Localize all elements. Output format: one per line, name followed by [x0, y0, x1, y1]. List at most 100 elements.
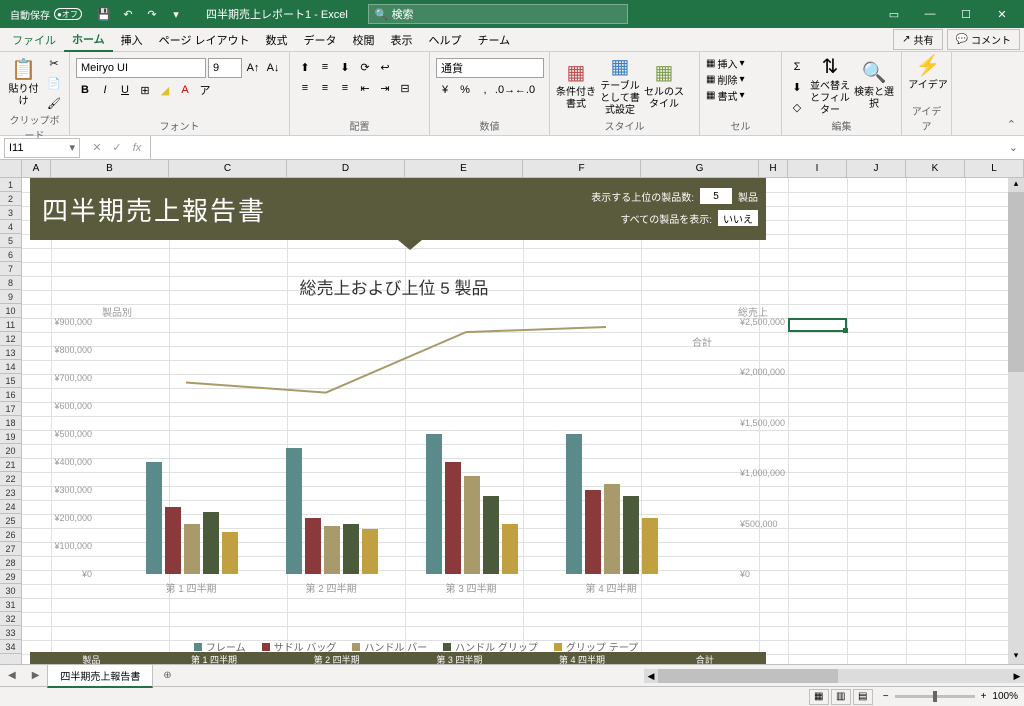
normal-view-icon[interactable]: ▦ [809, 689, 829, 705]
row-header-2[interactable]: 2 [0, 192, 21, 206]
undo-icon[interactable]: ↶ [118, 4, 138, 24]
italic-icon[interactable]: I [96, 81, 114, 99]
currency-icon[interactable]: ¥ [436, 81, 454, 99]
select-all-corner[interactable] [0, 160, 22, 177]
row-header-7[interactable]: 7 [0, 262, 21, 276]
row-header-4[interactable]: 4 [0, 220, 21, 234]
row-header-15[interactable]: 15 [0, 374, 21, 388]
tab-home[interactable]: ホーム [64, 28, 113, 52]
shrink-font-icon[interactable]: A↓ [264, 59, 282, 77]
row-header-6[interactable]: 6 [0, 248, 21, 262]
find-select-button[interactable]: 🔍検索と選択 [854, 54, 894, 118]
row-header-34[interactable]: 34 [0, 640, 21, 654]
fx-icon[interactable]: fx [128, 139, 146, 157]
merge-icon[interactable]: ⊟ [396, 79, 414, 97]
show-all-input[interactable] [718, 210, 758, 226]
minimize-icon[interactable]: — [912, 0, 948, 28]
conditional-format-button[interactable]: ▦条件付き書式 [556, 54, 596, 118]
col-header-B[interactable]: B [51, 160, 169, 177]
tab-help[interactable]: ヘルプ [421, 28, 470, 52]
col-header-K[interactable]: K [906, 160, 965, 177]
bold-icon[interactable]: B [76, 81, 94, 99]
col-header-J[interactable]: J [847, 160, 906, 177]
align-middle-icon[interactable]: ≡ [316, 58, 334, 76]
row-header-18[interactable]: 18 [0, 416, 21, 430]
sheet-tab-active[interactable]: 四半期売上報告書 [47, 664, 153, 688]
col-header-G[interactable]: G [641, 160, 759, 177]
row-header-5[interactable]: 5 [0, 234, 21, 248]
wrap-text-icon[interactable]: ↩ [376, 58, 394, 76]
tab-data[interactable]: データ [296, 28, 345, 52]
zoom-in-icon[interactable]: + [981, 691, 987, 702]
number-format-box[interactable]: 通貨 [436, 58, 544, 78]
row-header-13[interactable]: 13 [0, 346, 21, 360]
add-sheet-icon[interactable]: ⊕ [157, 670, 177, 681]
col-header-C[interactable]: C [169, 160, 287, 177]
row-header-29[interactable]: 29 [0, 570, 21, 584]
tab-insert[interactable]: 挿入 [113, 28, 151, 52]
ideas-button[interactable]: ⚡アイデア [908, 54, 948, 92]
tab-file[interactable]: ファイル [4, 28, 64, 52]
row-header-10[interactable]: 10 [0, 304, 21, 318]
qat-dropdown-icon[interactable]: ▾ [166, 4, 186, 24]
ribbon-display-icon[interactable]: ▭ [876, 0, 912, 28]
decrease-decimal-icon[interactable]: ←.0 [516, 81, 534, 99]
top-n-input[interactable] [700, 188, 732, 204]
clear-icon[interactable]: ◇ [788, 98, 806, 116]
autosave-toggle[interactable]: 自動保存 ● オフ [4, 7, 88, 22]
orientation-icon[interactable]: ⟳ [356, 58, 374, 76]
col-header-L[interactable]: L [965, 160, 1024, 177]
col-header-F[interactable]: F [523, 160, 641, 177]
tab-review[interactable]: 校閲 [345, 28, 383, 52]
row-header-32[interactable]: 32 [0, 612, 21, 626]
font-size-box[interactable]: 9 [208, 58, 242, 78]
percent-icon[interactable]: % [456, 81, 474, 99]
share-button[interactable]: ↗共有 [893, 29, 942, 50]
insert-cells-button[interactable]: ▦挿入 ▾ [706, 56, 775, 71]
align-center-icon[interactable]: ≡ [316, 79, 334, 97]
sort-filter-button[interactable]: ⇅並べ替えとフィルター [810, 54, 850, 118]
delete-cells-button[interactable]: ▦削除 ▾ [706, 72, 775, 87]
zoom-slider[interactable] [895, 695, 975, 698]
row-header-20[interactable]: 20 [0, 444, 21, 458]
align-left-icon[interactable]: ≡ [296, 79, 314, 97]
row-header-1[interactable]: 1 [0, 178, 21, 192]
font-color-icon[interactable]: A [176, 81, 194, 99]
align-bottom-icon[interactable]: ⬇ [336, 58, 354, 76]
sales-chart[interactable]: 製品別 総売上 合計 フレームサドル バッグハンドル バーハンドル グリップグリ… [96, 308, 736, 608]
collapse-ribbon-icon[interactable]: ⌃ [999, 114, 1024, 135]
tab-team[interactable]: チーム [470, 28, 519, 52]
search-box[interactable]: 🔍 検索 [368, 4, 628, 24]
format-painter-icon[interactable]: 🖌 [45, 94, 63, 112]
increase-decimal-icon[interactable]: .0→ [496, 81, 514, 99]
copy-icon[interactable]: 📄 [45, 74, 63, 92]
save-icon[interactable]: 💾 [94, 4, 114, 24]
align-top-icon[interactable]: ⬆ [296, 58, 314, 76]
comma-icon[interactable]: , [476, 81, 494, 99]
row-header-3[interactable]: 3 [0, 206, 21, 220]
align-right-icon[interactable]: ≡ [336, 79, 354, 97]
increase-indent-icon[interactable]: ⇥ [376, 79, 394, 97]
format-as-table-button[interactable]: ▦テーブルとして書式設定 [600, 54, 640, 118]
worksheet[interactable]: 四半期売上報告書 表示する上位の製品数: 製品 すべての製品を表示: 総売上およ… [22, 178, 1008, 664]
row-header-31[interactable]: 31 [0, 598, 21, 612]
fill-color-icon[interactable]: ◢ [156, 81, 174, 99]
redo-icon[interactable]: ↷ [142, 4, 162, 24]
decrease-indent-icon[interactable]: ⇤ [356, 79, 374, 97]
row-header-24[interactable]: 24 [0, 500, 21, 514]
row-header-26[interactable]: 26 [0, 528, 21, 542]
page-break-view-icon[interactable]: ▤ [853, 689, 873, 705]
total-line[interactable] [186, 327, 606, 393]
autosum-icon[interactable]: Σ [788, 58, 806, 76]
row-header-21[interactable]: 21 [0, 458, 21, 472]
tab-page-layout[interactable]: ページ レイアウト [151, 28, 258, 52]
col-header-H[interactable]: H [759, 160, 788, 177]
maximize-icon[interactable]: ☐ [948, 0, 984, 28]
row-header-11[interactable]: 11 [0, 318, 21, 332]
row-header-27[interactable]: 27 [0, 542, 21, 556]
row-header-30[interactable]: 30 [0, 584, 21, 598]
row-header-23[interactable]: 23 [0, 486, 21, 500]
col-header-D[interactable]: D [287, 160, 405, 177]
grow-font-icon[interactable]: A↑ [244, 59, 262, 77]
row-header-17[interactable]: 17 [0, 402, 21, 416]
